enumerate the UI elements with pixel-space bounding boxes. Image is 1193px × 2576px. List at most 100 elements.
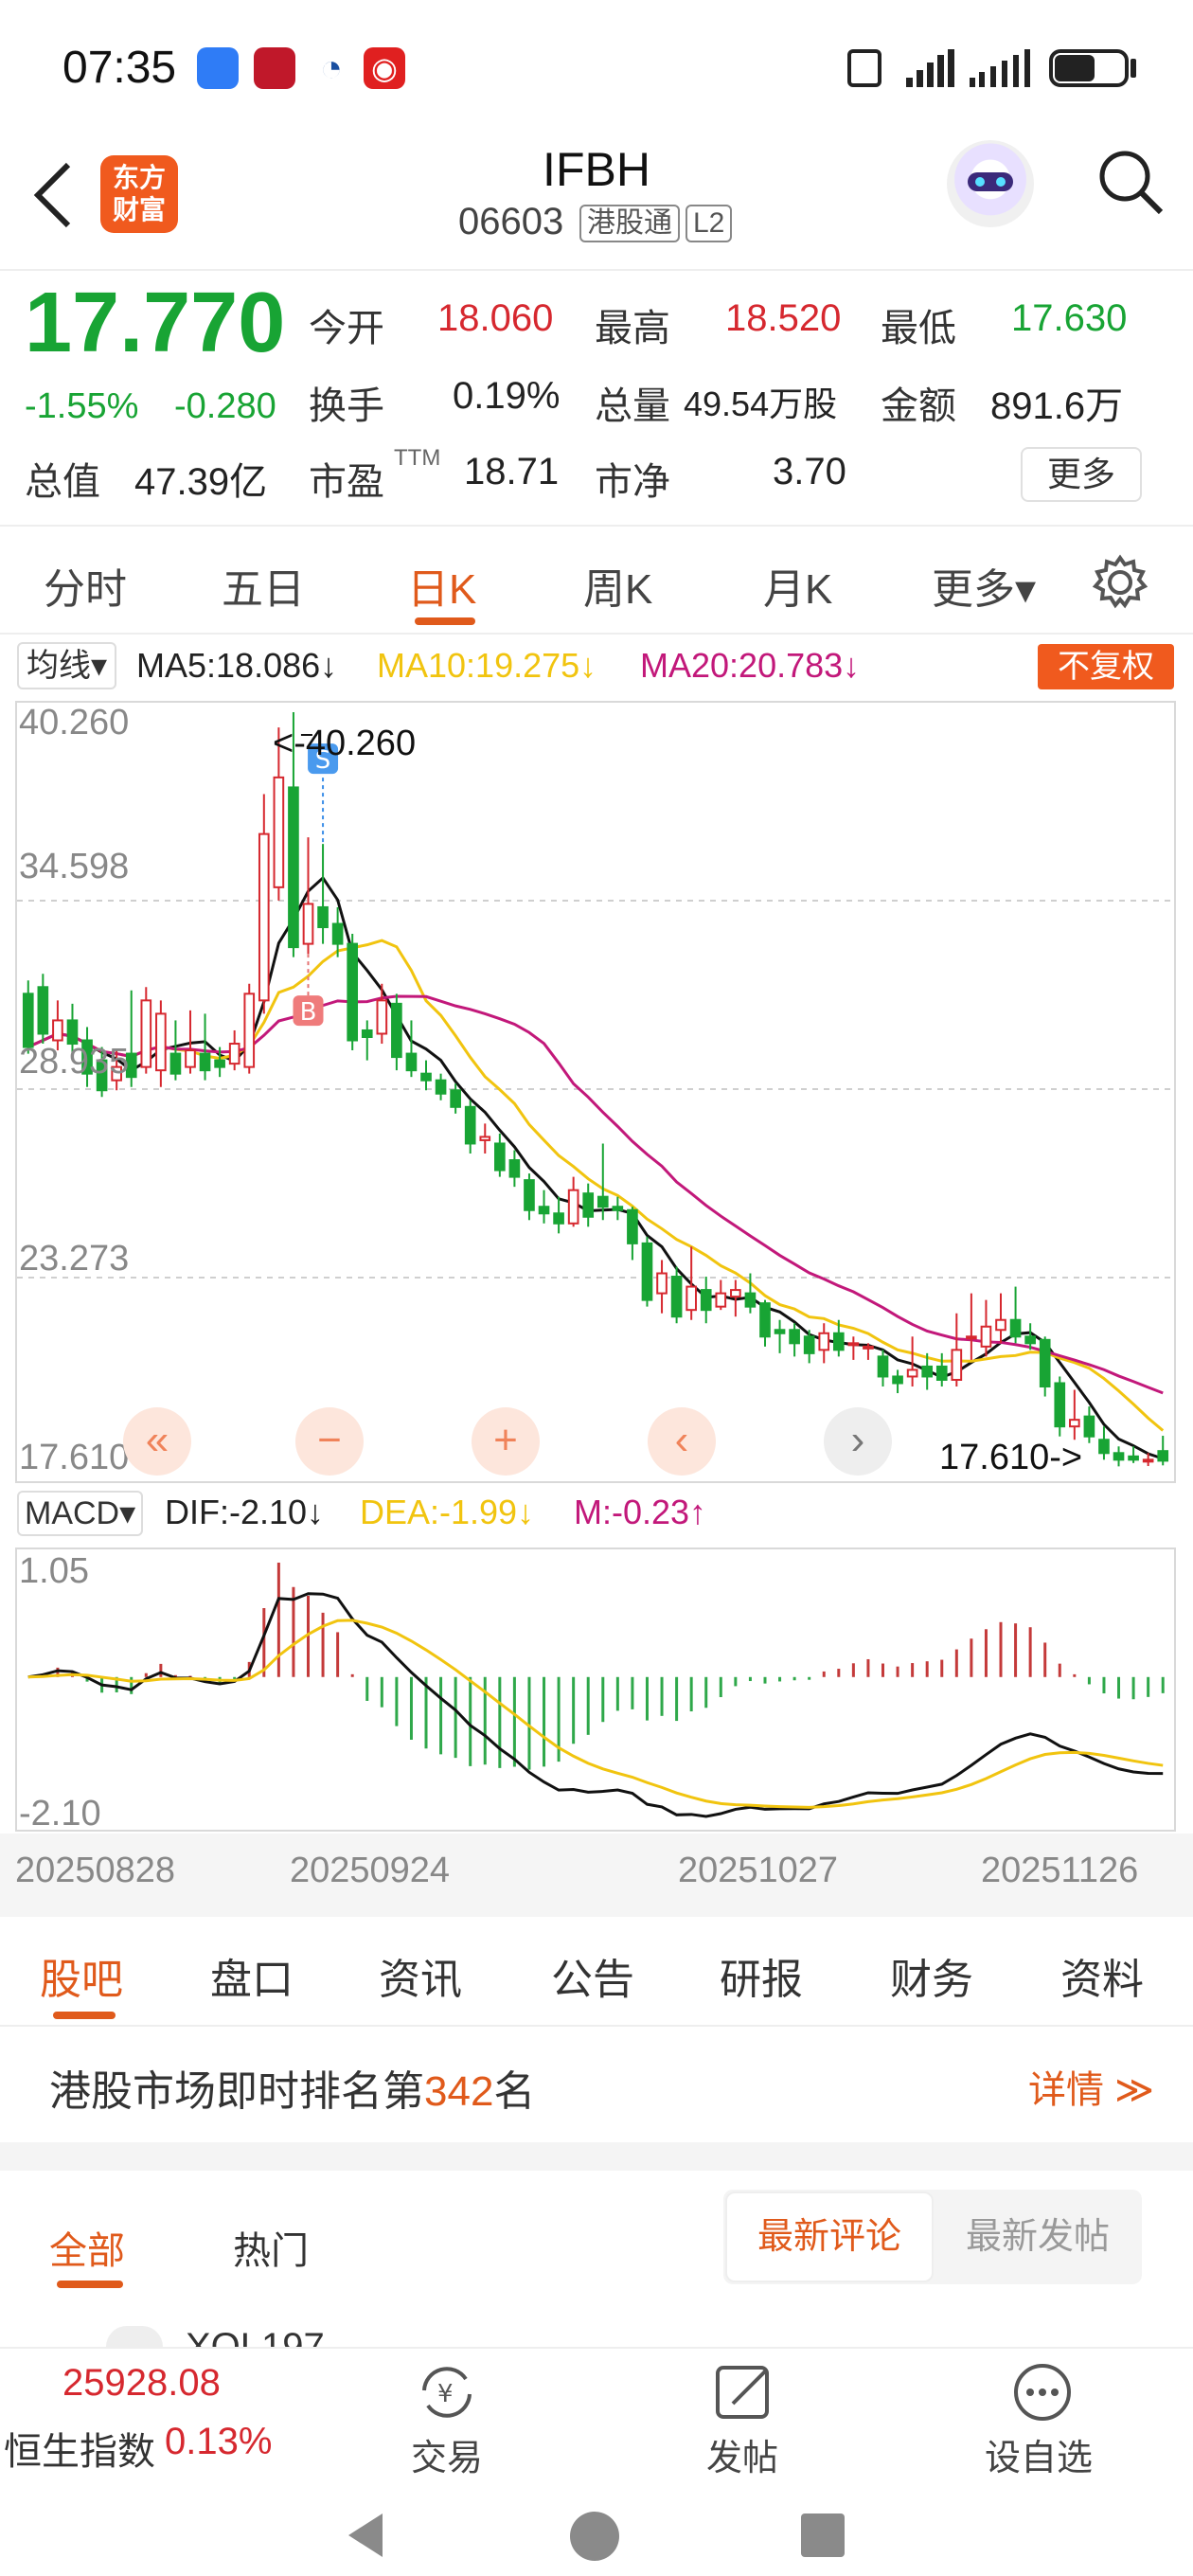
candle-body <box>1024 1335 1036 1345</box>
candle-body <box>376 999 388 1035</box>
candle-body <box>656 1272 668 1295</box>
candle-body <box>567 1189 579 1225</box>
tab-announcements[interactable]: 公告 <box>551 1945 634 2006</box>
zoom-in-button[interactable]: + <box>472 1407 540 1476</box>
index-name[interactable]: 恒生指数 <box>4 2421 155 2476</box>
index-value[interactable]: 25928.08 <box>62 2362 221 2405</box>
forum-tab-all[interactable]: 全部 <box>49 2220 125 2275</box>
sort-latest-comment[interactable]: 最新评论 <box>725 2191 934 2282</box>
pe-value: 18.71 <box>464 451 560 492</box>
tab-profile[interactable]: 资料 <box>1060 1945 1144 2006</box>
tab-daily-k[interactable]: 日K <box>407 555 476 616</box>
clock: 07:35 <box>62 43 177 93</box>
search-icon[interactable] <box>1096 148 1165 216</box>
more-options-icon[interactable] <box>1011 2362 1074 2423</box>
candle-body <box>1098 1439 1110 1455</box>
market-rank-row[interactable]: 港股市场即时排名第342名 详情 ≫ <box>0 2029 1193 2140</box>
low-price-marker: 17.610-> <box>939 1438 1083 1477</box>
candle-body <box>52 1019 63 1042</box>
forum-tab-indicator <box>57 2281 123 2288</box>
robot-assistant-icon[interactable] <box>947 140 1034 227</box>
macd-chart[interactable] <box>17 1549 1174 1830</box>
add-watchlist-label[interactable]: 设自选 <box>985 2428 1093 2480</box>
candle-body <box>803 1335 815 1354</box>
candle-body <box>464 1105 476 1145</box>
buy-marker-label: B <box>300 998 317 1027</box>
tab-five-day[interactable]: 五日 <box>222 555 305 616</box>
nav-home-icon[interactable] <box>570 2512 619 2561</box>
kline-chart[interactable]: SB <box>17 703 1174 1481</box>
tab-monthly-k[interactable]: 月K <box>763 555 832 616</box>
candle-body <box>789 1329 800 1345</box>
candle-body <box>759 1302 771 1338</box>
candle-body <box>921 1365 934 1378</box>
candle-body <box>1083 1415 1095 1438</box>
scroll-right-button[interactable]: › <box>824 1407 892 1476</box>
sort-latest-post[interactable]: 最新发帖 <box>935 2191 1140 2282</box>
candle-body <box>1142 1458 1154 1463</box>
market-cap-label: 总值 <box>25 461 100 503</box>
rank-detail-link[interactable]: 详情 ≫ <box>1028 2059 1154 2114</box>
compose-post-icon[interactable] <box>712 2362 776 2423</box>
trade-icon[interactable]: ¥ <box>413 2362 481 2423</box>
candle-body <box>169 1052 182 1075</box>
tab-intraday[interactable]: 分时 <box>44 555 127 616</box>
candle-body <box>641 1242 653 1301</box>
tab-weekly-k[interactable]: 周K <box>583 555 652 616</box>
candle-body <box>435 1079 447 1095</box>
candle-body <box>892 1375 903 1385</box>
candle-body <box>228 1043 240 1065</box>
nav-recents-icon[interactable] <box>801 2513 845 2557</box>
pe-ttm-superscript: TTM <box>394 445 441 471</box>
candle-body <box>1069 1419 1080 1428</box>
candle-body <box>479 1136 491 1141</box>
app-header: 东方 财富 IFBH 06603 港股通 L2 <box>0 133 1193 271</box>
tab-financials[interactable]: 财务 <box>890 1945 973 2006</box>
battery-icon <box>1049 49 1129 87</box>
trade-label[interactable]: 交易 <box>411 2428 483 2480</box>
candle-body <box>243 993 256 1068</box>
candle-body <box>302 903 314 945</box>
tab-more[interactable]: 更多▾ <box>932 555 1036 616</box>
zoom-out-button[interactable]: − <box>295 1407 364 1476</box>
tab-order-book[interactable]: 盘口 <box>210 1945 294 2006</box>
candle-body <box>980 1325 992 1348</box>
scroll-left-button[interactable]: ‹ <box>648 1407 716 1476</box>
adjust-badge[interactable]: 不复权 <box>1038 644 1174 689</box>
high-label: 最高 <box>595 308 670 349</box>
macd-selector[interactable]: MACD▾ <box>17 1491 144 1536</box>
scroll-left-fast-button[interactable]: « <box>123 1407 191 1476</box>
ma5-line <box>27 875 1164 1460</box>
tab-forum[interactable]: 股吧 <box>40 1945 123 2006</box>
candle-body <box>450 1089 461 1108</box>
y-tick-top: 40.260 <box>19 703 130 742</box>
open-value: 18.060 <box>437 297 554 339</box>
tab-research[interactable]: 研报 <box>720 1945 803 2006</box>
ma5-legend: MA5:18.086↓ <box>136 646 338 685</box>
more-button[interactable]: 更多 <box>1021 447 1142 502</box>
x-tick-4: 20251126 <box>981 1851 1139 1890</box>
active-info-tab-indicator <box>53 2012 116 2019</box>
candle-body <box>906 1368 918 1378</box>
market-rank-text: 港股市场即时排名第342名 <box>49 2068 536 2115</box>
candle-body <box>1157 1450 1169 1462</box>
y-tick-4: 23.273 <box>19 1239 130 1279</box>
nav-back-icon[interactable] <box>345 2512 386 2559</box>
post-label[interactable]: 发帖 <box>706 2428 778 2480</box>
forum-tab-hot[interactable]: 热门 <box>233 2220 309 2275</box>
index-change: 0.13% <box>165 2421 273 2462</box>
candle-body <box>22 993 34 1048</box>
logo-text-bottom: 财富 <box>112 195 166 224</box>
candle-body <box>66 1019 79 1046</box>
candle-body <box>730 1289 741 1298</box>
candle-body <box>331 922 344 945</box>
tab-news[interactable]: 资讯 <box>379 1945 462 2006</box>
dif-legend: DIF:-2.10↓ <box>165 1493 325 1531</box>
ma20-line <box>27 994 1164 1395</box>
candle-body <box>995 1318 1006 1332</box>
active-tab-indicator <box>415 617 475 625</box>
candle-body <box>199 1052 211 1072</box>
market-cap-value: 47.39亿 <box>134 461 268 503</box>
settings-gear-icon[interactable] <box>1091 553 1149 612</box>
ma-selector[interactable]: 均线▾ <box>17 642 117 689</box>
